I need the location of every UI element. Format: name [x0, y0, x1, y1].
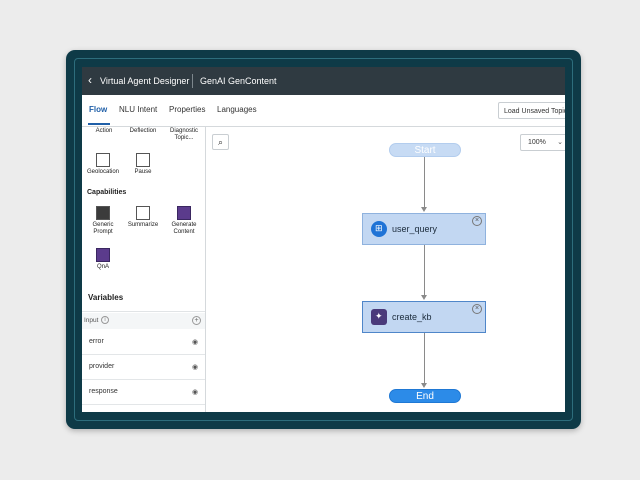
load-unsaved-topic-button[interactable]: Load Unsaved Topic — [498, 102, 565, 119]
qna-icon — [96, 248, 110, 262]
divider — [82, 311, 205, 312]
topic-title: GenAI GenContent — [200, 76, 277, 86]
capabilities-header: Capabilities — [87, 189, 127, 196]
zoom-value: 100% — [528, 139, 546, 146]
palette-item-label: Deflection — [129, 128, 157, 134]
palette-item-label: Summarize — [127, 222, 159, 228]
palette-item-label: Geolocation — [86, 169, 120, 175]
user-input-icon: ⊞ — [371, 221, 387, 237]
flow-node-user-query[interactable]: ⊞ user_query × — [362, 213, 486, 245]
palette-item-label: Generic Prompt — [92, 222, 114, 235]
close-icon[interactable]: × — [472, 304, 482, 314]
info-icon[interactable]: i — [101, 316, 109, 324]
connector-line — [424, 333, 425, 383]
input-label: Input — [84, 317, 99, 324]
palette-item-pause[interactable]: Pause — [123, 153, 163, 176]
close-icon[interactable]: × — [472, 216, 482, 226]
app-screen: ‹ Virtual Agent Designer GenAI GenConten… — [82, 67, 565, 412]
zoom-select[interactable]: 100% ⌄ — [520, 134, 565, 151]
prompt-icon — [96, 206, 110, 220]
palette-item-deflection[interactable]: Deflection — [123, 128, 163, 135]
palette-item-summarize[interactable]: Summarize — [123, 206, 163, 229]
eye-icon[interactable]: ◉ — [192, 388, 198, 396]
document-icon — [136, 206, 150, 220]
palette-item-geolocation[interactable]: Geolocation — [83, 153, 123, 176]
palette-item-generate-content[interactable]: Generate Content — [164, 206, 204, 236]
app-title[interactable]: Virtual Agent Designer — [100, 76, 189, 86]
arrow-icon — [421, 383, 427, 388]
start-node[interactable]: Start — [389, 143, 461, 157]
connector-line — [424, 245, 425, 295]
active-tab-indicator — [88, 123, 110, 125]
connector-line — [424, 157, 425, 207]
chevron-down-icon: ⌄ — [557, 139, 563, 146]
palette-item-label: QnA — [96, 264, 109, 270]
variable-row[interactable]: provider ◉ — [82, 355, 205, 380]
breadcrumb-divider — [192, 74, 193, 88]
node-label: create_kb — [392, 312, 432, 322]
palette-item-diagnostic-topic[interactable]: Diagnostic Topic... — [164, 128, 204, 142]
tab-flow[interactable]: Flow — [89, 105, 107, 114]
arrow-icon — [421, 207, 427, 212]
sidebar-palette: Action Deflection Diagnostic Topic... Ge… — [82, 127, 206, 412]
variable-name: response — [89, 388, 118, 395]
arrow-icon — [421, 295, 427, 300]
variable-row[interactable]: error ◉ — [82, 330, 205, 355]
palette-item-qna[interactable]: QnA — [83, 248, 123, 271]
palette-item-label: Diagnostic Topic... — [169, 128, 198, 141]
flow-canvas[interactable]: ⌕ 100% ⌄ Start ⊞ user_query × ✦ create_k… — [206, 127, 565, 412]
variable-row[interactable]: response ◉ — [82, 380, 205, 405]
add-variable-icon[interactable]: + — [192, 316, 201, 325]
tab-bar: Flow NLU Intent Properties Languages Loa… — [82, 95, 565, 127]
sparkle-icon — [177, 206, 191, 220]
sparkle-icon: ✦ — [371, 309, 387, 325]
tab-nlu-intent[interactable]: NLU Intent — [119, 105, 157, 114]
search-button[interactable]: ⌕ — [212, 134, 229, 150]
variable-name: provider — [89, 363, 115, 370]
palette-item-generic-prompt[interactable]: Generic Prompt — [83, 206, 123, 236]
variable-name: error — [89, 338, 104, 345]
grid-icon — [96, 153, 110, 167]
grid-icon — [136, 153, 150, 167]
palette-item-label: Generate Content — [171, 222, 197, 235]
palette-item-label: Action — [95, 128, 113, 134]
tab-properties[interactable]: Properties — [169, 105, 205, 114]
search-icon: ⌕ — [217, 137, 224, 147]
palette-item-action[interactable]: Action — [84, 128, 124, 135]
tab-languages[interactable]: Languages — [217, 105, 257, 114]
input-section: Input i + — [82, 313, 205, 329]
eye-icon[interactable]: ◉ — [192, 363, 198, 371]
chevron-left-icon[interactable]: ‹ — [88, 73, 92, 87]
variables-header: Variables — [88, 293, 124, 302]
palette-item-label: Pause — [134, 169, 152, 175]
top-bar: ‹ Virtual Agent Designer GenAI GenConten… — [82, 67, 565, 95]
flow-node-create-kb[interactable]: ✦ create_kb × — [362, 301, 486, 333]
eye-icon[interactable]: ◉ — [192, 338, 198, 346]
end-node[interactable]: End — [389, 389, 461, 403]
node-label: user_query — [392, 224, 438, 234]
